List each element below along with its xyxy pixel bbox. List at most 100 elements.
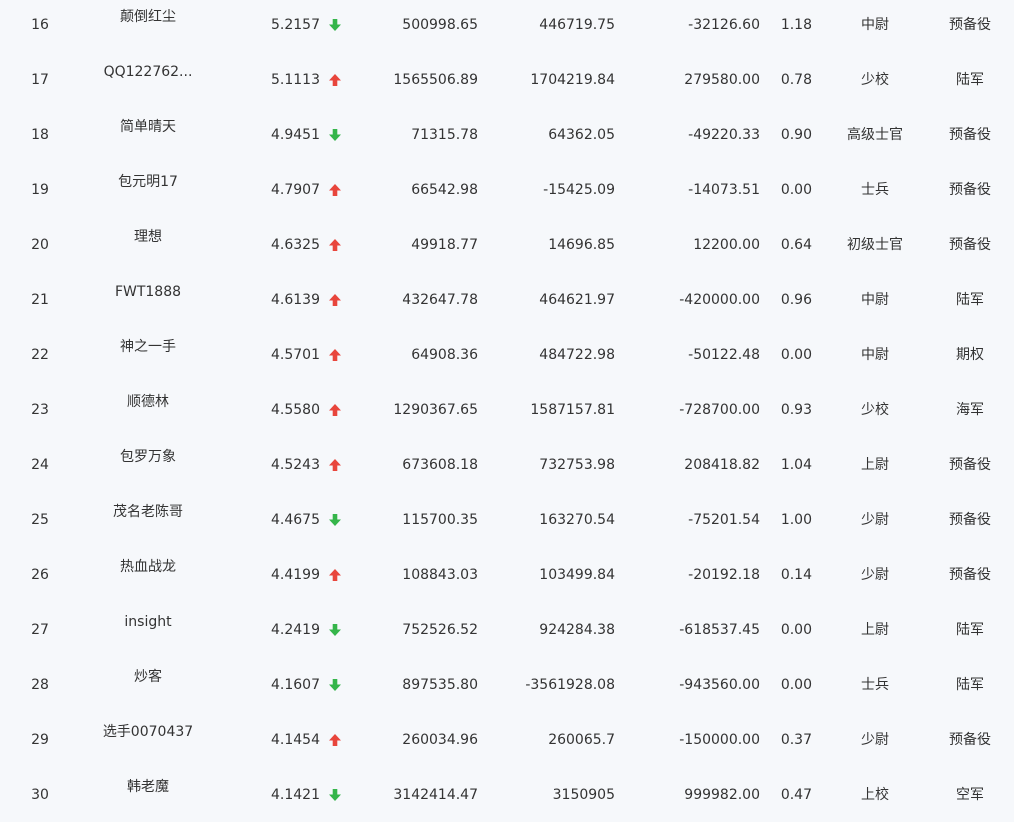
- arrow-down-icon: [328, 16, 342, 34]
- trader-name[interactable]: FWT1888: [88, 283, 208, 301]
- trader-name[interactable]: 包元明17: [88, 173, 208, 191]
- table-row[interactable]: 19 包元明17 4.7907 66542.98 -15425.09 -14073.51 0…: [0, 164, 1014, 219]
- score-cell: 4.9451: [271, 127, 320, 143]
- branch-cell: 期权: [956, 347, 984, 363]
- branch-cell: 海军: [956, 402, 984, 418]
- ratio-cell: 0.00: [780, 677, 812, 693]
- value-3-cell: -618537.45: [679, 622, 760, 638]
- table-row[interactable]: 22 神之一手 4.5701 64908.36 484722.98 -50122.48 0.…: [0, 329, 1014, 384]
- ratio-cell: 1.00: [780, 512, 812, 528]
- trader-name[interactable]: 包罗万象: [88, 448, 208, 466]
- rank-title-cell: 少尉: [861, 512, 889, 528]
- ratio-cell: 0.37: [780, 732, 812, 748]
- table-row[interactable]: 18 简单晴天 4.9451 71315.78 64362.05 -49220.33 0.9…: [0, 109, 1014, 164]
- table-row[interactable]: 20 理想 4.6325 49918.77 14696.85 12200.00 0.64 初级…: [0, 219, 1014, 274]
- trader-name[interactable]: 茂名老陈哥: [88, 503, 208, 521]
- rank-title-cell: 少校: [861, 72, 889, 88]
- rank-title-cell: 初级士官: [847, 237, 903, 253]
- table-row[interactable]: 28 炒客 4.1607 897535.80 -3561928.08 -943560.00…: [0, 659, 1014, 714]
- ratio-cell: 0.00: [780, 622, 812, 638]
- table-row[interactable]: 17 QQ122762... 5.1113 1565506.89 1704219.84 2…: [0, 54, 1014, 109]
- rank-cell: 29: [31, 732, 49, 748]
- rank-title-cell: 高级士官: [847, 127, 903, 143]
- score-cell: 5.1113: [271, 72, 320, 88]
- arrow-up-icon: [328, 181, 342, 199]
- branch-cell: 预备役: [949, 457, 991, 473]
- branch-cell: 预备役: [949, 732, 991, 748]
- value-2-cell: 260065.7: [548, 732, 615, 748]
- table-row[interactable]: 26 热血战龙 4.4199 108843.03 103499.84 -20192.18 0…: [0, 549, 1014, 604]
- table-row[interactable]: 24 包罗万象 4.5243 673608.18 732753.98 208418.82 1…: [0, 439, 1014, 494]
- value-2-cell: 924284.38: [539, 622, 615, 638]
- value-1-cell: 673608.18: [402, 457, 478, 473]
- trader-name[interactable]: 神之一手: [88, 338, 208, 356]
- ratio-cell: 0.90: [780, 127, 812, 143]
- ratio-cell: 1.18: [780, 17, 812, 33]
- rank-cell: 20: [31, 237, 49, 253]
- trader-name[interactable]: insight: [88, 613, 208, 631]
- table-row[interactable]: 23 顺德林 4.5580 1290367.65 1587157.81 -728700.0…: [0, 384, 1014, 439]
- value-3-cell: -420000.00: [679, 292, 760, 308]
- value-2-cell: 732753.98: [539, 457, 615, 473]
- value-3-cell: 999982.00: [684, 787, 760, 803]
- arrow-up-icon: [328, 456, 342, 474]
- value-3-cell: -728700.00: [679, 402, 760, 418]
- rank-title-cell: 少尉: [861, 732, 889, 748]
- rank-cell: 28: [31, 677, 49, 693]
- arrow-down-icon: [328, 786, 342, 804]
- arrow-up-icon: [328, 71, 342, 89]
- value-3-cell: 12200.00: [693, 237, 760, 253]
- value-1-cell: 752526.52: [402, 622, 478, 638]
- arrow-up-icon: [328, 346, 342, 364]
- arrow-up-icon: [328, 291, 342, 309]
- ratio-cell: 0.14: [780, 567, 812, 583]
- rank-title-cell: 士兵: [861, 182, 889, 198]
- score-cell: 4.7907: [271, 182, 320, 198]
- value-1-cell: 108843.03: [402, 567, 478, 583]
- value-2-cell: -15425.09: [543, 182, 615, 198]
- score-cell: 4.5580: [271, 402, 320, 418]
- table-row[interactable]: 27 insight 4.2419 752526.52 924284.38 -618537…: [0, 604, 1014, 659]
- trader-name[interactable]: 理想: [88, 228, 208, 246]
- ratio-cell: 0.47: [780, 787, 812, 803]
- rank-title-cell: 中尉: [861, 292, 889, 308]
- arrow-up-icon: [328, 401, 342, 419]
- trader-name[interactable]: 选手0070437: [88, 723, 208, 741]
- trader-name[interactable]: 简单晴天: [88, 118, 208, 136]
- rank-title-cell: 中尉: [861, 347, 889, 363]
- trader-name[interactable]: 颠倒红尘: [88, 8, 208, 26]
- value-3-cell: 279580.00: [684, 72, 760, 88]
- rank-title-cell: 少尉: [861, 567, 889, 583]
- value-1-cell: 3142414.47: [393, 787, 478, 803]
- ratio-cell: 0.78: [780, 72, 812, 88]
- value-1-cell: 71315.78: [411, 127, 478, 143]
- table-row[interactable]: 16 颠倒红尘 5.2157 500998.65 446719.75 -32126.60 1…: [0, 0, 1014, 54]
- value-2-cell: 1704219.84: [530, 72, 615, 88]
- score-cell: 4.5701: [271, 347, 320, 363]
- trader-name[interactable]: QQ122762...: [88, 63, 208, 81]
- table-row[interactable]: 30 韩老魔 4.1421 3142414.47 3150905 999982.00 0.4…: [0, 769, 1014, 822]
- rank-cell: 19: [31, 182, 49, 198]
- trader-name[interactable]: 顺德林: [88, 393, 208, 411]
- score-cell: 4.6139: [271, 292, 320, 308]
- value-1-cell: 500998.65: [402, 17, 478, 33]
- rank-title-cell: 少校: [861, 402, 889, 418]
- ranking-table: 16 颠倒红尘 5.2157 500998.65 446719.75 -32126.60 1…: [0, 0, 1014, 822]
- rank-cell: 17: [31, 72, 49, 88]
- ratio-cell: 1.04: [780, 457, 812, 473]
- branch-cell: 预备役: [949, 17, 991, 33]
- value-1-cell: 1565506.89: [393, 72, 478, 88]
- value-3-cell: 208418.82: [684, 457, 760, 473]
- trader-name[interactable]: 热血战龙: [88, 558, 208, 576]
- value-3-cell: -50122.48: [688, 347, 760, 363]
- table-row[interactable]: 25 茂名老陈哥 4.4675 115700.35 163270.54 -75201.54…: [0, 494, 1014, 549]
- trader-name[interactable]: 韩老魔: [88, 778, 208, 796]
- branch-cell: 陆军: [956, 622, 984, 638]
- branch-cell: 预备役: [949, 512, 991, 528]
- table-row[interactable]: 29 选手0070437 4.1454 260034.96 260065.7 -15000…: [0, 714, 1014, 769]
- rank-title-cell: 士兵: [861, 677, 889, 693]
- value-2-cell: 1587157.81: [530, 402, 615, 418]
- branch-cell: 陆军: [956, 677, 984, 693]
- table-row[interactable]: 21 FWT1888 4.6139 432647.78 464621.97 -420000…: [0, 274, 1014, 329]
- trader-name[interactable]: 炒客: [88, 668, 208, 686]
